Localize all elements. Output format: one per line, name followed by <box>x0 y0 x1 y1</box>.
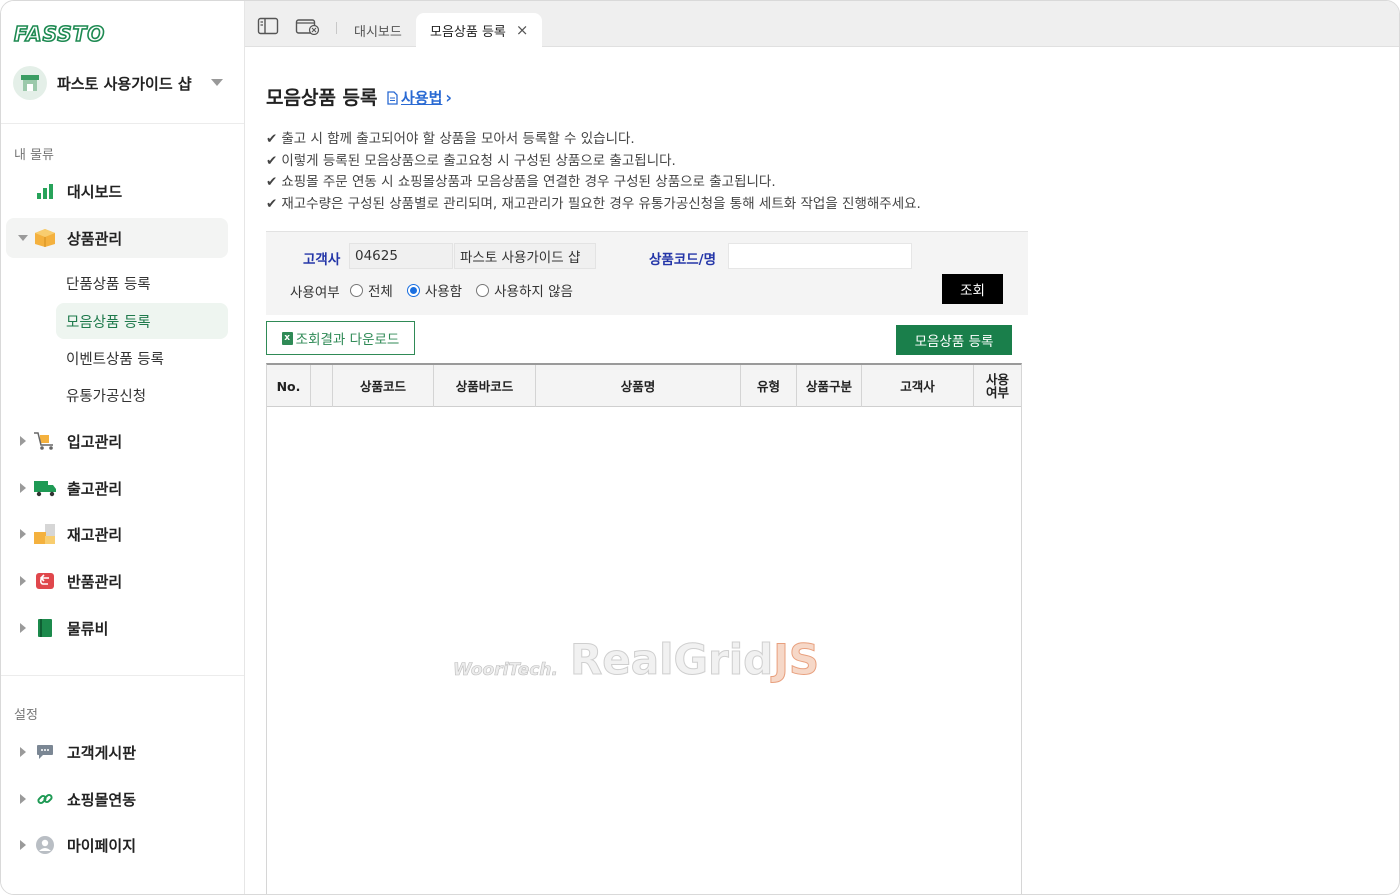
sidebar-item-inventory[interactable]: 재고관리 <box>6 514 228 554</box>
notice-item: ✔ 쇼핑몰 주문 연동 시 쇼핑몰상품과 모음상품을 연결한 경우 구성된 상품으… <box>266 174 776 190</box>
chevron-right-icon <box>20 436 26 446</box>
column-header[interactable]: 유형 <box>741 365 797 407</box>
sidebar-item-mypage[interactable]: 마이페이지 <box>6 825 228 865</box>
main-content: 모음상품 등록 사용법 › ✔ 출고 시 함께 출고되어야 할 상품을 모아서 등… <box>245 47 1399 894</box>
chevron-right-icon <box>20 483 26 493</box>
chevron-down-icon <box>18 235 28 241</box>
notice-item: ✔ 출고 시 함께 출고되어야 할 상품을 모아서 등록할 수 있습니다. <box>266 131 635 147</box>
sidebar-item-logistics-fee[interactable]: 물류비 <box>6 608 228 648</box>
search-button[interactable]: 조회 <box>942 274 1003 304</box>
link-icon <box>33 787 57 811</box>
notice-item: ✔ 재고수량은 구성된 상품별로 관리되며, 재고관리가 필요한 경우 유통가공신… <box>266 195 921 212</box>
sidebar-item-dashboard[interactable]: 대시보드 <box>6 171 228 211</box>
sidebar-item-outbound[interactable]: 출고관리 <box>6 468 228 508</box>
column-header[interactable]: 고객사 <box>862 365 974 407</box>
ledger-book-icon <box>33 616 57 640</box>
bar-chart-icon <box>33 179 57 203</box>
divider <box>1 675 244 676</box>
chevron-right-icon: › <box>445 88 452 107</box>
section-label-settings: 설정 <box>14 708 38 723</box>
sidebar-item-mall-link[interactable]: 쇼핑몰연동 <box>6 779 228 819</box>
chevron-right-icon <box>20 529 26 539</box>
tab-divider <box>336 22 337 34</box>
notice-list: ✔ 출고 시 함께 출고되어야 할 상품을 모아서 등록할 수 있습니다. ✔ 이렇… <box>266 129 921 215</box>
box-icon <box>33 226 57 250</box>
check-icon: ✔ <box>266 131 278 147</box>
chevron-right-icon <box>20 747 26 757</box>
use-status-radio-group: 전체 사용함 사용하지 않음 <box>350 280 587 300</box>
truck-icon <box>33 476 57 500</box>
realgrid-watermark: WooriTech. RealGrid JS <box>453 635 820 685</box>
product-code-label: 상품코드/명 <box>649 252 717 268</box>
divider <box>1 123 244 124</box>
howto-link[interactable]: 사용법 › <box>387 87 452 108</box>
inventory-boxes-icon <box>33 522 57 546</box>
chevron-right-icon <box>20 623 26 633</box>
close-icon[interactable]: × <box>516 21 529 39</box>
check-icon: ✔ <box>266 195 278 212</box>
column-header[interactable]: 상품바코드 <box>434 365 536 407</box>
check-icon: ✔ <box>266 152 278 169</box>
chevron-right-icon <box>20 840 26 850</box>
shop-name: 파스토 사용가이드 샵 <box>57 74 192 93</box>
product-code-input[interactable] <box>728 243 912 269</box>
tab-bar: 대시보드 모음상품 등록 × <box>245 1 1399 47</box>
sidebar-toggle-icon[interactable] <box>257 17 279 35</box>
page-title: 모음상품 등록 <box>266 87 378 109</box>
use-status-label: 사용여부 <box>290 285 340 301</box>
column-header[interactable]: 사용 여부 <box>974 365 1021 407</box>
sidebar-subitem-bundle-product[interactable]: 모음상품 등록 <box>56 303 228 339</box>
chevron-right-icon <box>20 794 26 804</box>
column-header[interactable]: 상품코드 <box>333 365 434 407</box>
app-window: FASSTO 파스토 사용가이드 샵 내 물류 대시보드 상품관리 단품상품 등… <box>0 0 1400 895</box>
radio-not-in-use[interactable] <box>476 283 490 297</box>
column-header[interactable] <box>311 365 333 407</box>
customer-code-field: 04625 <box>349 243 453 269</box>
cart-icon <box>33 429 57 453</box>
download-results-button[interactable]: x 조회결과 다운로드 <box>266 321 415 355</box>
return-icon <box>33 569 57 593</box>
check-icon: ✔ <box>266 174 278 190</box>
excel-icon: x <box>281 331 293 345</box>
user-icon <box>33 833 57 857</box>
shop-avatar <box>13 66 47 100</box>
chevron-right-icon <box>20 576 26 586</box>
product-grid: No. 상품코드 상품바코드 상품명 유형 상품구분 고객사 사용 여부 Woo… <box>266 363 1022 894</box>
store-icon <box>21 75 39 91</box>
column-header[interactable]: 상품명 <box>536 365 741 407</box>
caret-down-icon[interactable] <box>211 79 223 86</box>
document-icon <box>387 90 398 105</box>
radio-in-use[interactable] <box>406 283 420 297</box>
tab-dashboard[interactable]: 대시보드 <box>354 13 402 47</box>
column-header[interactable]: 상품구분 <box>797 365 862 407</box>
sidebar-item-inbound[interactable]: 입고관리 <box>6 421 228 461</box>
sidebar-item-product[interactable]: 상품관리 <box>6 218 228 258</box>
column-header[interactable]: No. <box>267 365 311 407</box>
chat-bubble-icon <box>33 740 57 764</box>
customer-label: 고객사 <box>303 252 341 268</box>
section-label-logistics: 내 물류 <box>14 148 55 163</box>
close-all-tabs-icon[interactable] <box>295 17 321 36</box>
sidebar-item-board[interactable]: 고객게시판 <box>6 732 228 772</box>
grid-header: No. 상품코드 상품바코드 상품명 유형 상품구분 고객사 사용 여부 <box>267 365 1021 407</box>
search-filter-panel: 고객사 04625 파스토 사용가이드 샵 상품코드/명 사용여부 전체 사용함… <box>266 231 1028 315</box>
radio-all[interactable] <box>350 283 363 297</box>
tab-bundle-product[interactable]: 모음상품 등록 × <box>416 13 543 47</box>
brand-logo[interactable]: FASSTO <box>13 21 105 47</box>
notice-item: ✔ 이렇게 등록된 모음상품으로 출고요청 시 구성된 상품으로 출고됩니다. <box>266 152 676 169</box>
sidebar-subitem-processing-request[interactable]: 유통가공신청 <box>56 377 228 413</box>
register-bundle-button[interactable]: 모음상품 등록 <box>896 325 1012 355</box>
sidebar-subitem-single-product[interactable]: 단품상품 등록 <box>56 265 228 301</box>
shop-selector[interactable]: 파스토 사용가이드 샵 <box>13 65 235 101</box>
sidebar-subitem-event-product[interactable]: 이벤트상품 등록 <box>56 340 228 376</box>
sidebar: FASSTO 파스토 사용가이드 샵 내 물류 대시보드 상품관리 단품상품 등… <box>1 1 245 894</box>
sidebar-item-returns[interactable]: 반품관리 <box>6 561 228 601</box>
customer-name-field: 파스토 사용가이드 샵 <box>454 243 596 269</box>
